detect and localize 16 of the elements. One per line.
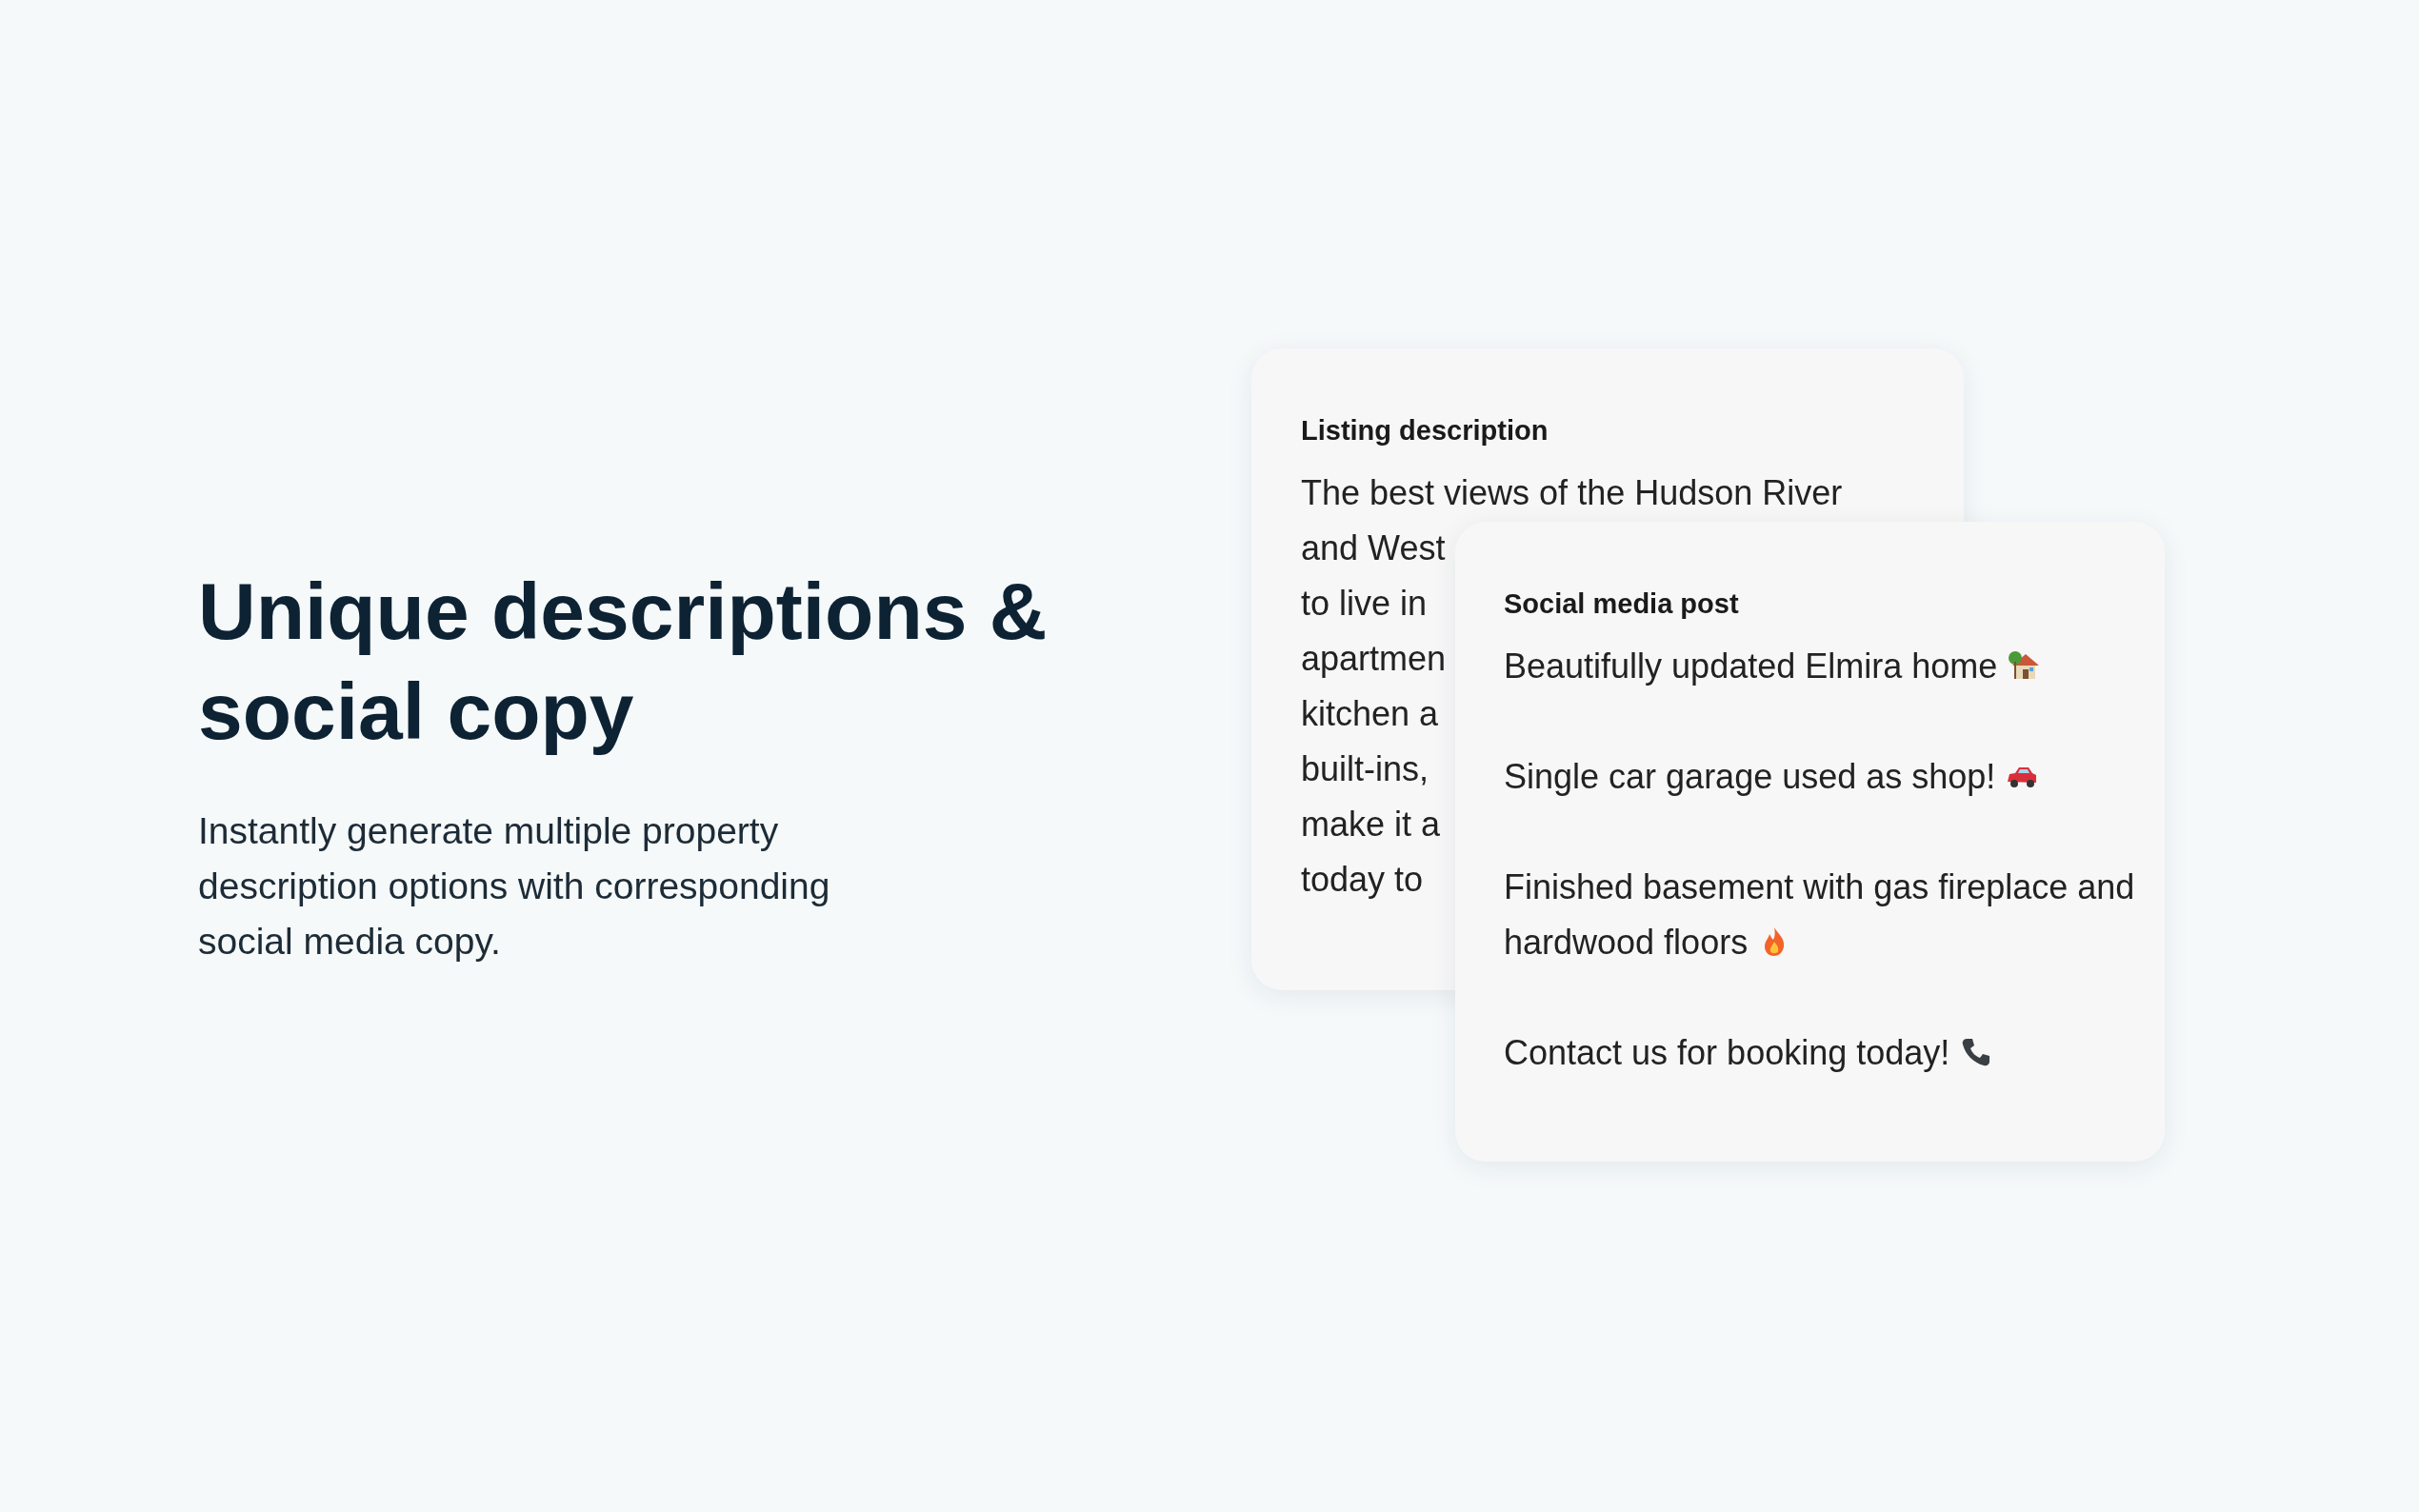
card-title: Listing description xyxy=(1301,415,1549,447)
description-line: The best views of the Hudson River xyxy=(1301,472,1843,514)
post-text: Finished basement with gas fireplace and hardwood floors xyxy=(1504,866,2136,964)
description-line: and West xyxy=(1301,527,1446,569)
description-line: make it a xyxy=(1301,804,1441,846)
description-line: kitchen a xyxy=(1301,693,1439,735)
description-line: apartmen xyxy=(1301,638,1447,680)
post-text: Contact us for booking today! xyxy=(1504,1025,2136,1081)
description-line: built-ins, xyxy=(1301,748,1429,790)
post-text: Single car garage used as shop! xyxy=(1504,749,2136,805)
description-line: to live in xyxy=(1301,583,1428,625)
post-text: Beautifully updated Elmira home xyxy=(1504,639,2136,694)
card-title: Social media post xyxy=(1504,588,1739,620)
subtitle: Instantly generate multiple property description options with corresponding social media copy. xyxy=(198,809,831,964)
description-line: today to xyxy=(1301,859,1424,901)
headline: Unique descriptions & social copy xyxy=(198,566,1049,758)
